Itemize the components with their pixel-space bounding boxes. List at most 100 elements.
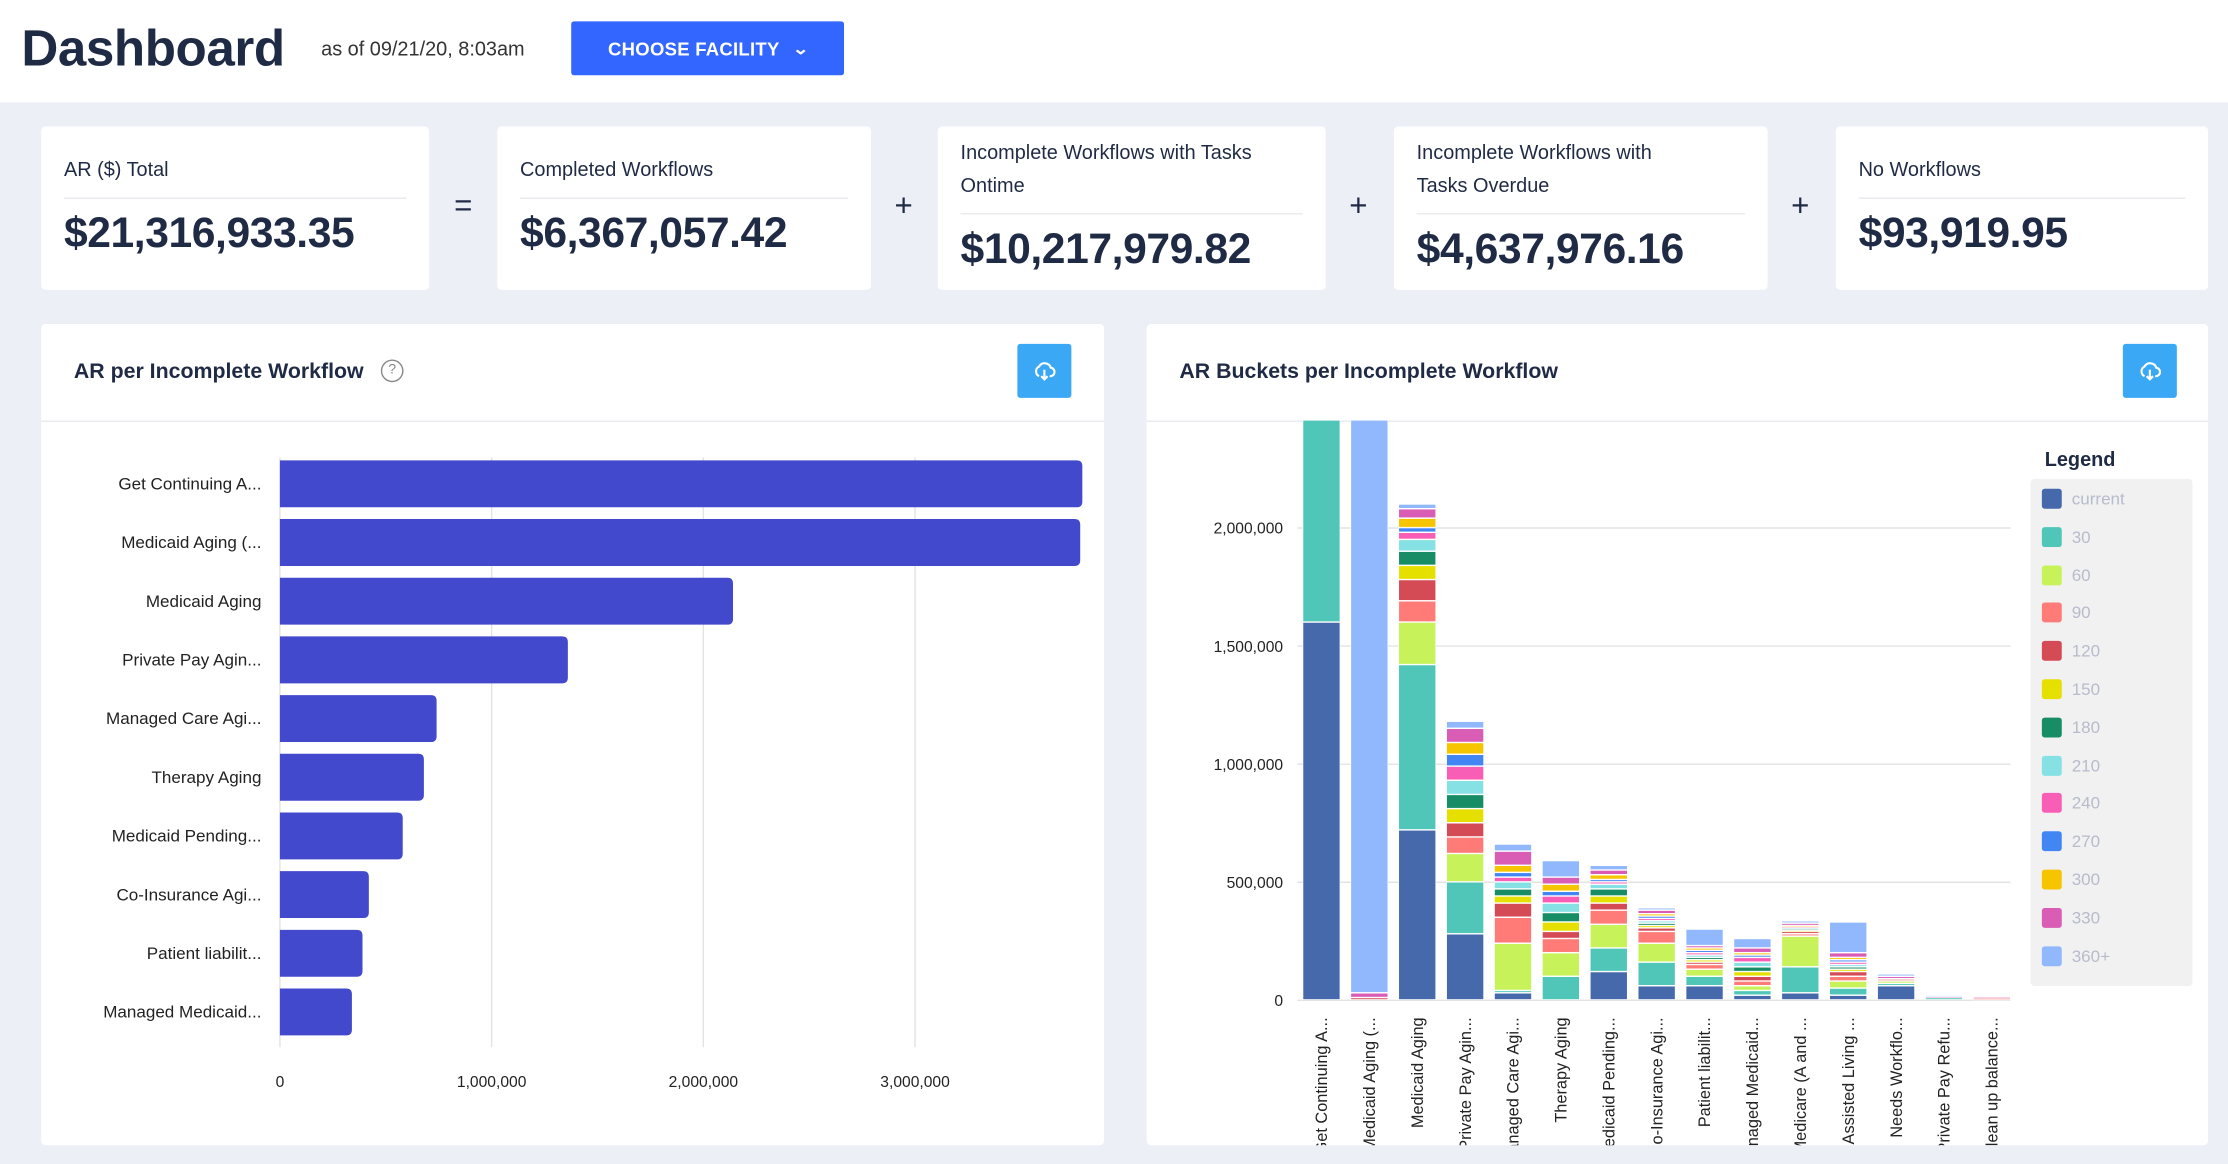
kpi-card-incomplete-overdue: Incomplete Workflows with Tasks Overdue …	[1393, 126, 1768, 290]
stacked-segment-150	[1733, 971, 1772, 977]
stacked-segment-current	[1733, 995, 1772, 1000]
legend-label: 120	[2071, 641, 2101, 661]
legend-label: current	[2071, 488, 2125, 509]
stacked-segment-210	[1829, 964, 1867, 967]
legend-item[interactable]: 120	[2041, 640, 2101, 663]
x-category-label: Medicare (A and ...	[1792, 1017, 1810, 1145]
stacked-segment-300	[1781, 925, 1820, 928]
legend-label: 60	[2071, 564, 2091, 585]
legend-item[interactable]: 150	[2041, 678, 2100, 701]
stacked-segment-180	[1398, 551, 1436, 566]
stacked-segment-30	[1302, 420, 1341, 622]
x-category-label: Patient liabilit...	[1696, 1017, 1714, 1127]
stacked-segment-240	[1829, 962, 1867, 965]
x-category-label: Co-Insurance Agi...	[1648, 1017, 1666, 1145]
stacked-segment-240	[1637, 918, 1676, 921]
legend-item[interactable]: current	[2041, 487, 2125, 510]
as-of-timestamp: as of 09/21/20, 8:03am	[321, 36, 525, 60]
kpi-card-no-workflows: No Workflows $93,919.95	[1835, 126, 2209, 290]
kpi-label: No Workflows	[1858, 157, 1981, 181]
legend-item[interactable]: 240	[2041, 792, 2100, 815]
stacked-segment-300	[1446, 742, 1484, 755]
stacked-segment-210	[1398, 539, 1436, 552]
legend-swatch	[2041, 679, 2062, 700]
stacked-segment-60	[1542, 952, 1580, 977]
y-category-label: Co-Insurance Agi...	[116, 885, 261, 904]
legend-item[interactable]: 330	[2041, 906, 2101, 929]
stacked-segment-30	[1925, 997, 1963, 1000]
legend-item[interactable]: 270	[2041, 830, 2100, 853]
x-category-label: Medicaid Aging (...	[1361, 1017, 1379, 1145]
stacked-segment-30	[1685, 976, 1724, 986]
legend-swatch	[2041, 603, 2062, 623]
x-category-label: Private Pay Refu...	[1936, 1017, 1954, 1145]
stacked-segment-30	[1781, 966, 1820, 993]
stacked-segment-120	[1877, 978, 1915, 981]
stacked-segment-210	[1590, 884, 1628, 889]
stacked-segment-90	[1829, 976, 1867, 981]
x-category-label: Managed Care Agi...	[1505, 1017, 1523, 1145]
stacked-segment-30	[1877, 983, 1915, 986]
kpi-label: Incomplete Workflows with Tasks Ontime	[960, 140, 1252, 197]
plus-operator: +	[894, 187, 913, 224]
y-tick-label: 500,000	[1227, 875, 1284, 892]
stacked-segment-90	[1542, 938, 1580, 953]
kpi-divider	[63, 197, 407, 199]
kpi-value: $4,637,976.16	[1416, 225, 1684, 273]
legend: current 30 60 90 120 150 180 210 240 270 300 330 360…	[2030, 478, 2193, 987]
legend-swatch	[2041, 793, 2062, 814]
stacked-segment-240	[1446, 766, 1484, 781]
stacked-segment-90	[1590, 910, 1628, 925]
stacked-segment-current	[1302, 622, 1341, 1000]
legend-item[interactable]: 60	[2041, 564, 2091, 587]
stacked-segment-300	[1590, 874, 1628, 880]
stacked-segment-330	[1446, 728, 1484, 743]
legend-item[interactable]: 90	[2041, 602, 2091, 625]
stacked-segment-240	[1494, 877, 1532, 882]
stacked-segment-150	[1494, 896, 1532, 903]
chevron-down-icon: ⌄	[791, 40, 810, 58]
x-tick-label: 3,000,000	[880, 1074, 950, 1091]
y-category-label: Managed Medicaid...	[103, 1003, 261, 1022]
stacked-segment-30	[1494, 990, 1532, 993]
x-category-label: Medicaid Pending...	[1600, 1017, 1618, 1145]
panel-title: AR per Incomplete Workflow	[73, 359, 364, 384]
download-button[interactable]	[1017, 343, 1072, 398]
stacked-segment-120	[1733, 976, 1772, 981]
stacked-segment-240	[1781, 926, 1820, 929]
x-tick-label: 0	[276, 1074, 285, 1091]
stacked-segment-current	[1637, 985, 1676, 1000]
top-bar: Dashboard as of 09/21/20, 8:03am CHOOSE …	[0, 0, 2228, 103]
stacked-segment-330	[1398, 508, 1436, 518]
choose-facility-button[interactable]: CHOOSE FACILITY ⌄	[571, 21, 845, 76]
stacked-segment-270	[1829, 959, 1867, 962]
stacked-segment-150	[1781, 930, 1820, 932]
x-category-label: Private Pay Agin...	[1457, 1017, 1475, 1145]
bar	[279, 988, 352, 1036]
legend-item[interactable]: 30	[2041, 525, 2091, 548]
stacked-segment-330	[1925, 996, 1963, 998]
panel-header: AR Buckets per Incomplete Workflow	[1146, 324, 2209, 423]
legend-item[interactable]: 360+	[2041, 944, 2110, 967]
legend-label: 330	[2071, 907, 2101, 928]
legend-swatch	[2041, 869, 2062, 890]
stacked-segment-270	[1733, 955, 1772, 958]
stacked-segment-current	[1877, 985, 1915, 1000]
legend-item[interactable]: 300	[2041, 868, 2100, 891]
legend-title: Legend	[2044, 447, 2116, 471]
bar	[279, 460, 1083, 508]
stacked-segment-210	[1637, 920, 1676, 924]
legend-item[interactable]: 210	[2041, 754, 2100, 777]
stacked-segment-120	[1685, 962, 1724, 965]
stacked-segment-330	[1350, 992, 1389, 998]
stacked-segment-330	[1733, 948, 1772, 953]
legend-item[interactable]: 180	[2041, 716, 2100, 739]
stacked-segment-120	[1973, 997, 2011, 1000]
legend-label: 90	[2071, 603, 2091, 623]
stacked-segment-240	[1733, 957, 1772, 962]
stacked-segment-150	[1446, 808, 1484, 823]
stacked-segment-60	[1494, 943, 1532, 991]
question-circle-icon[interactable]: ?	[380, 359, 404, 383]
download-button[interactable]	[2122, 343, 2177, 398]
kpi-value: $93,919.95	[1858, 210, 2069, 258]
